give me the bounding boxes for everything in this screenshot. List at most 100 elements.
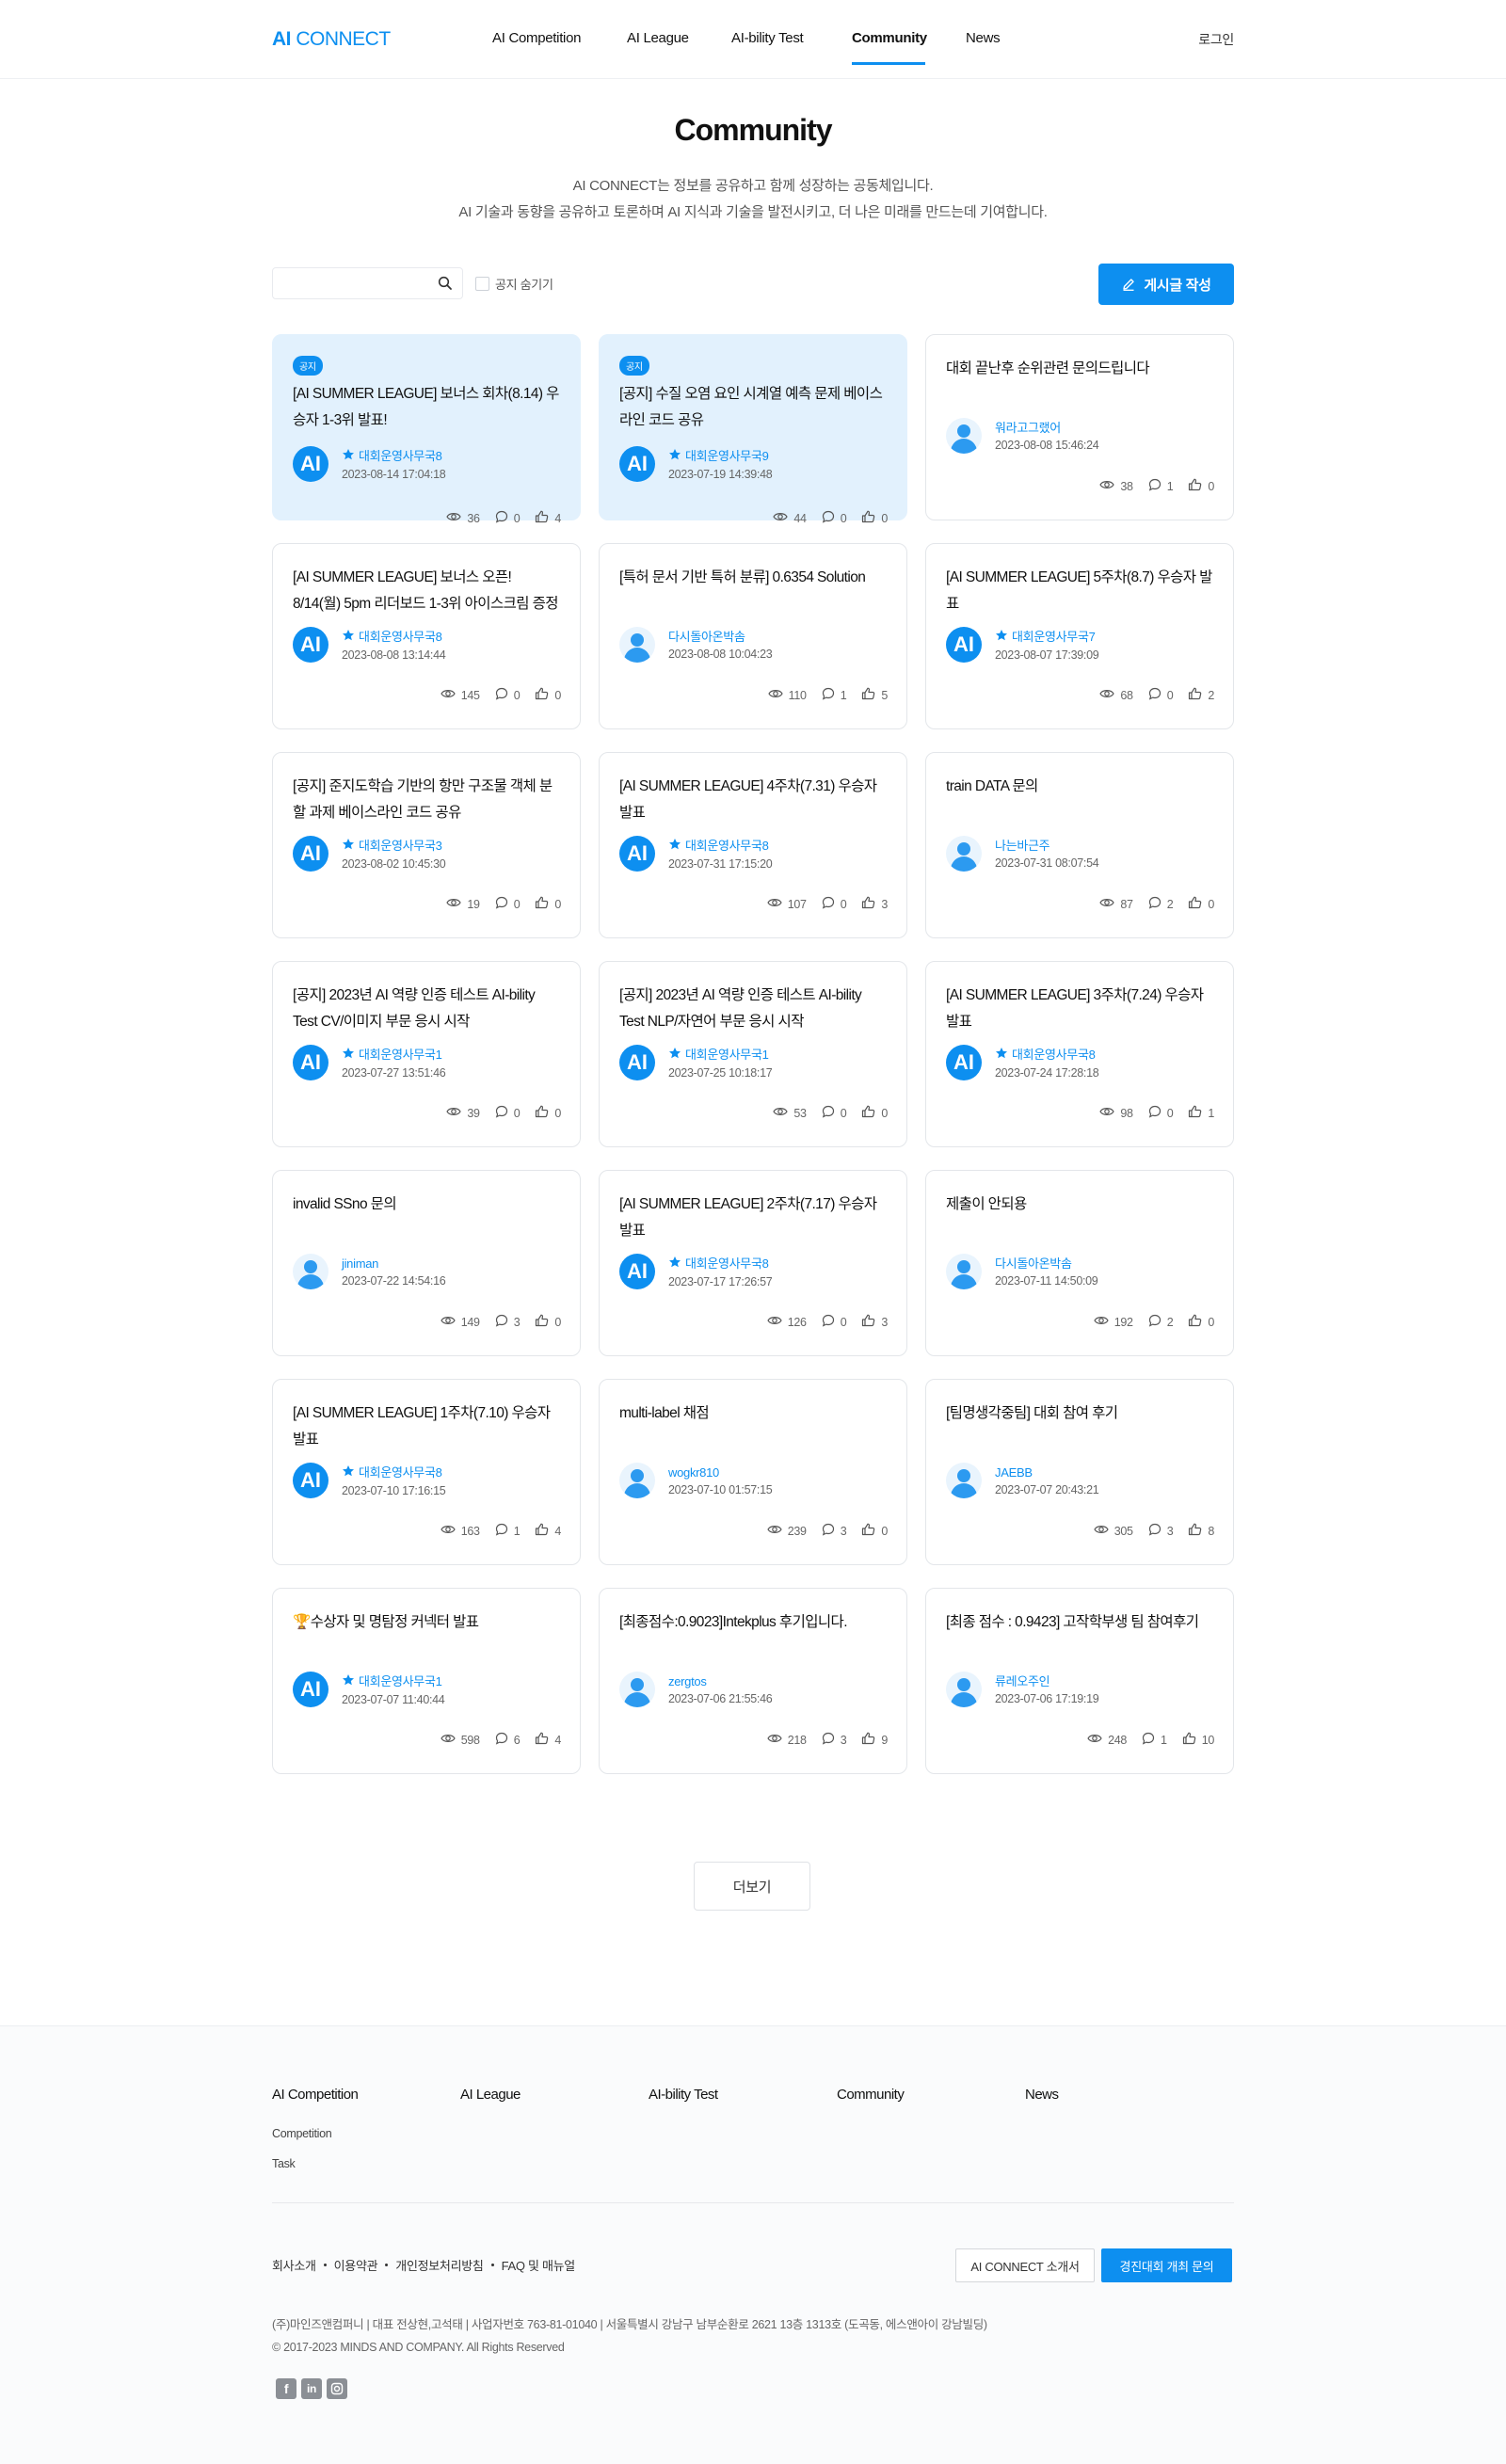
post-title[interactable]: [AI SUMMER LEAGUE] 3주차(7.24) 우승자 발표 <box>946 983 1213 1035</box>
footer-col-ai-bility-test[interactable]: AI-bility Test <box>649 2087 718 2103</box>
write-post-button[interactable]: 게시글 작성 <box>1098 264 1234 305</box>
footer-col-ai-competition[interactable]: AI Competition <box>272 2087 359 2103</box>
post-title[interactable]: [공지] 2023년 AI 역량 인증 테스트 AI-bility Test C… <box>293 983 560 1035</box>
footer-link-task[interactable]: Task <box>272 2157 296 2170</box>
post-stats: 98 0 1 <box>1084 1105 1214 1121</box>
thumbs-up-icon <box>861 1314 881 1330</box>
linkedin-icon[interactable]: in <box>301 2378 322 2399</box>
post-date: 2023-07-06 17:19:19 <box>995 1691 1099 1705</box>
author-name: 워라고그랬어 <box>995 420 1061 435</box>
instagram-icon[interactable] <box>327 2378 347 2399</box>
post-date: 2023-07-06 21:55:46 <box>668 1691 773 1705</box>
like-count-value: 0 <box>881 1524 888 1538</box>
hide-notice-toggle[interactable]: 공지 숨기기 <box>475 275 553 293</box>
post-title[interactable]: [공지] 2023년 AI 역량 인증 테스트 AI-bility Test N… <box>619 983 887 1035</box>
post-card[interactable]: [AI SUMMER LEAGUE] 5주차(8.7) 우승자 발표 AI 대회운영… <box>925 543 1234 729</box>
post-card[interactable]: [최종 점수 : 0.9423] 고작학부생 팀 참여후기 류레오주인 2023-0… <box>925 1588 1234 1774</box>
post-title[interactable]: train DATA 문의 <box>946 774 1213 826</box>
post-card[interactable]: invalid SSno 문의 jiniman 2023-07-22 14:54:1… <box>272 1170 581 1356</box>
post-card[interactable]: [AI SUMMER LEAGUE] 4주차(7.31) 우승자 발표 AI 대회운… <box>599 752 907 938</box>
post-card[interactable]: [AI SUMMER LEAGUE] 3주차(7.24) 우승자 발표 AI 대회운… <box>925 961 1234 1147</box>
post-card[interactable]: [최종점수:0.9023]Intekplus 후기입니다. zergtos 2023… <box>599 1588 907 1774</box>
search-icon[interactable] <box>438 276 453 291</box>
post-title[interactable]: [최종점수:0.9023]Intekplus 후기입니다. <box>619 1609 887 1662</box>
post-title[interactable]: [AI SUMMER LEAGUE] 5주차(8.7) 우승자 발표 <box>946 565 1213 617</box>
thumbs-up-icon <box>535 1732 554 1748</box>
footer-link-about[interactable]: 회사소개 <box>272 2256 316 2274</box>
post-title[interactable]: [공지] 수질 오염 요인 시계열 예측 문제 베이스라인 코드 공유 <box>619 381 887 434</box>
login-link[interactable]: 로그인 <box>1198 30 1234 49</box>
post-card[interactable]: [AI SUMMER LEAGUE] 보너스 오픈! 8/14(월) 5pm 리… <box>272 543 581 729</box>
post-title[interactable]: [AI SUMMER LEAGUE] 4주차(7.31) 우승자 발표 <box>619 774 887 826</box>
post-card[interactable]: 대회 끝난후 순위관련 문의드립니다 워라고그랬어 2023-08-08 15:46… <box>925 334 1234 520</box>
post-card[interactable]: 제출이 안되용 다시돌아온박솜 2023-07-11 14:50:09 192 2 0 <box>925 1170 1234 1356</box>
footer-col-ai-league[interactable]: AI League <box>460 2087 521 2103</box>
eye-icon <box>1094 1315 1114 1329</box>
footer-link-faq[interactable]: FAQ 및 매뉴얼 <box>502 2256 576 2274</box>
view-count-value: 98 <box>1120 1106 1133 1120</box>
star-icon <box>668 1047 681 1064</box>
post-title[interactable]: 제출이 안되용 <box>946 1192 1213 1244</box>
post-card[interactable]: [AI SUMMER LEAGUE] 1주차(7.10) 우승자 발표 AI 대회운… <box>272 1379 581 1565</box>
load-more-button[interactable]: 더보기 <box>694 1862 810 1911</box>
post-title[interactable]: [AI SUMMER LEAGUE] 2주차(7.17) 우승자 발표 <box>619 1192 887 1244</box>
like-count: 8 <box>1188 1523 1214 1539</box>
eye-icon <box>767 897 788 911</box>
comment-count: 2 <box>1148 896 1174 912</box>
post-card[interactable]: [공지] 2023년 AI 역량 인증 테스트 AI-bility Test C… <box>272 961 581 1147</box>
post-title[interactable]: [특허 문서 기반 특허 분류] 0.6354 Solution <box>619 565 887 617</box>
nav-ai-competition[interactable]: AI Competition <box>492 30 581 46</box>
comment-count: 0 <box>1148 1105 1174 1121</box>
comment-count-value: 2 <box>1166 897 1174 911</box>
post-title[interactable]: [공지] 준지도학습 기반의 항만 구조물 객체 분할 과제 베이스라인 코드 … <box>293 774 560 826</box>
author-name-row: 대회운영사무국8 <box>995 1047 1098 1064</box>
post-title[interactable]: [AI SUMMER LEAGUE] 보너스 회차(8.14) 우승자 1-3위… <box>293 381 560 434</box>
view-count-value: 87 <box>1120 897 1133 911</box>
competition-inquiry-button[interactable]: 경진대회 개최 문의 <box>1101 2248 1232 2282</box>
nav-community[interactable]: Community <box>852 30 927 46</box>
notice-post-card[interactable]: 공지 [AI SUMMER LEAGUE] 보너스 회차(8.14) 우승자 1-… <box>272 334 581 525</box>
post-title[interactable]: 🏆수상자 및 명탐정 커넥터 발표 <box>293 1609 560 1662</box>
nav-ai-bility-test[interactable]: AI-bility Test <box>731 30 804 46</box>
post-card[interactable]: multi-label 채점 wogkr810 2023-07-10 01:57:1… <box>599 1379 907 1565</box>
notice-post-card[interactable]: 공지 [공지] 수질 오염 요인 시계열 예측 문제 베이스라인 코드 공유 AI 대… <box>599 334 907 525</box>
footer-link-competition[interactable]: Competition <box>272 2127 332 2140</box>
footer-link-privacy[interactable]: 개인정보처리방침 <box>395 2256 484 2274</box>
post-card[interactable]: [팀명생각중팀] 대회 참여 후기 JAEBB 2023-07-07 20:43:2… <box>925 1379 1234 1565</box>
nav-news[interactable]: News <box>966 30 1001 46</box>
post-card[interactable]: [공지] 준지도학습 기반의 항만 구조물 객체 분할 과제 베이스라인 코드 … <box>272 752 581 938</box>
post-card[interactable]: [공지] 2023년 AI 역량 인증 테스트 AI-bility Test N… <box>599 961 907 1147</box>
search-input[interactable] <box>273 268 424 298</box>
comment-count-value: 0 <box>513 897 521 911</box>
facebook-icon[interactable]: f <box>276 2378 296 2399</box>
avatar: AI <box>293 1672 328 1707</box>
post-title[interactable]: [AI SUMMER LEAGUE] 보너스 오픈! 8/14(월) 5pm 리… <box>293 565 560 617</box>
post-title[interactable]: 대회 끝난후 순위관련 문의드립니다 <box>946 356 1213 408</box>
post-card[interactable]: [특허 문서 기반 특허 분류] 0.6354 Solution 다시돌아온박솜 2… <box>599 543 907 729</box>
post-title[interactable]: [최종 점수 : 0.9423] 고작학부생 팀 참여후기 <box>946 1609 1213 1662</box>
hide-notice-checkbox[interactable] <box>475 277 489 291</box>
post-stats: 68 0 2 <box>1084 687 1214 703</box>
intro-doc-button[interactable]: AI CONNECT 소개서 <box>955 2248 1095 2282</box>
post-title[interactable]: [AI SUMMER LEAGUE] 1주차(7.10) 우승자 발표 <box>293 1400 560 1453</box>
footer-col-community[interactable]: Community <box>837 2087 905 2103</box>
post-card[interactable]: [AI SUMMER LEAGUE] 2주차(7.17) 우승자 발표 AI 대회운… <box>599 1170 907 1356</box>
post-title[interactable]: invalid SSno 문의 <box>293 1192 560 1244</box>
post-title[interactable]: multi-label 채점 <box>619 1400 887 1453</box>
post-title[interactable]: [팀명생각중팀] 대회 참여 후기 <box>946 1400 1213 1453</box>
like-count-value: 0 <box>554 688 561 702</box>
company-info: (주)마인즈앤컴퍼니 | 대표 전상현,고석태 | 사업자번호 763-81-0… <box>272 2318 987 2331</box>
author-name: 대회운영사무국1 <box>359 1047 442 1062</box>
like-count-value: 0 <box>1208 479 1214 493</box>
comment-count: 0 <box>1148 687 1174 703</box>
post-card[interactable]: train DATA 문의 나는바근주 2023-07-31 08:07:54 87 2… <box>925 752 1234 938</box>
view-count-value: 19 <box>467 897 480 911</box>
post-card[interactable]: 🏆수상자 및 명탐정 커넥터 발표 AI 대회운영사무국1 2023-07-07 11… <box>272 1588 581 1774</box>
footer-col-news[interactable]: News <box>1025 2087 1059 2103</box>
post-stats: 218 3 9 <box>752 1732 888 1748</box>
author-name: 대회운영사무국8 <box>1012 1047 1096 1062</box>
author-name-row: 다시돌아온박솜 <box>995 1256 1097 1272</box>
view-count-value: 44 <box>793 511 807 525</box>
footer-link-terms[interactable]: 이용약관 <box>334 2256 378 2274</box>
nav-ai-league[interactable]: AI League <box>627 30 689 46</box>
